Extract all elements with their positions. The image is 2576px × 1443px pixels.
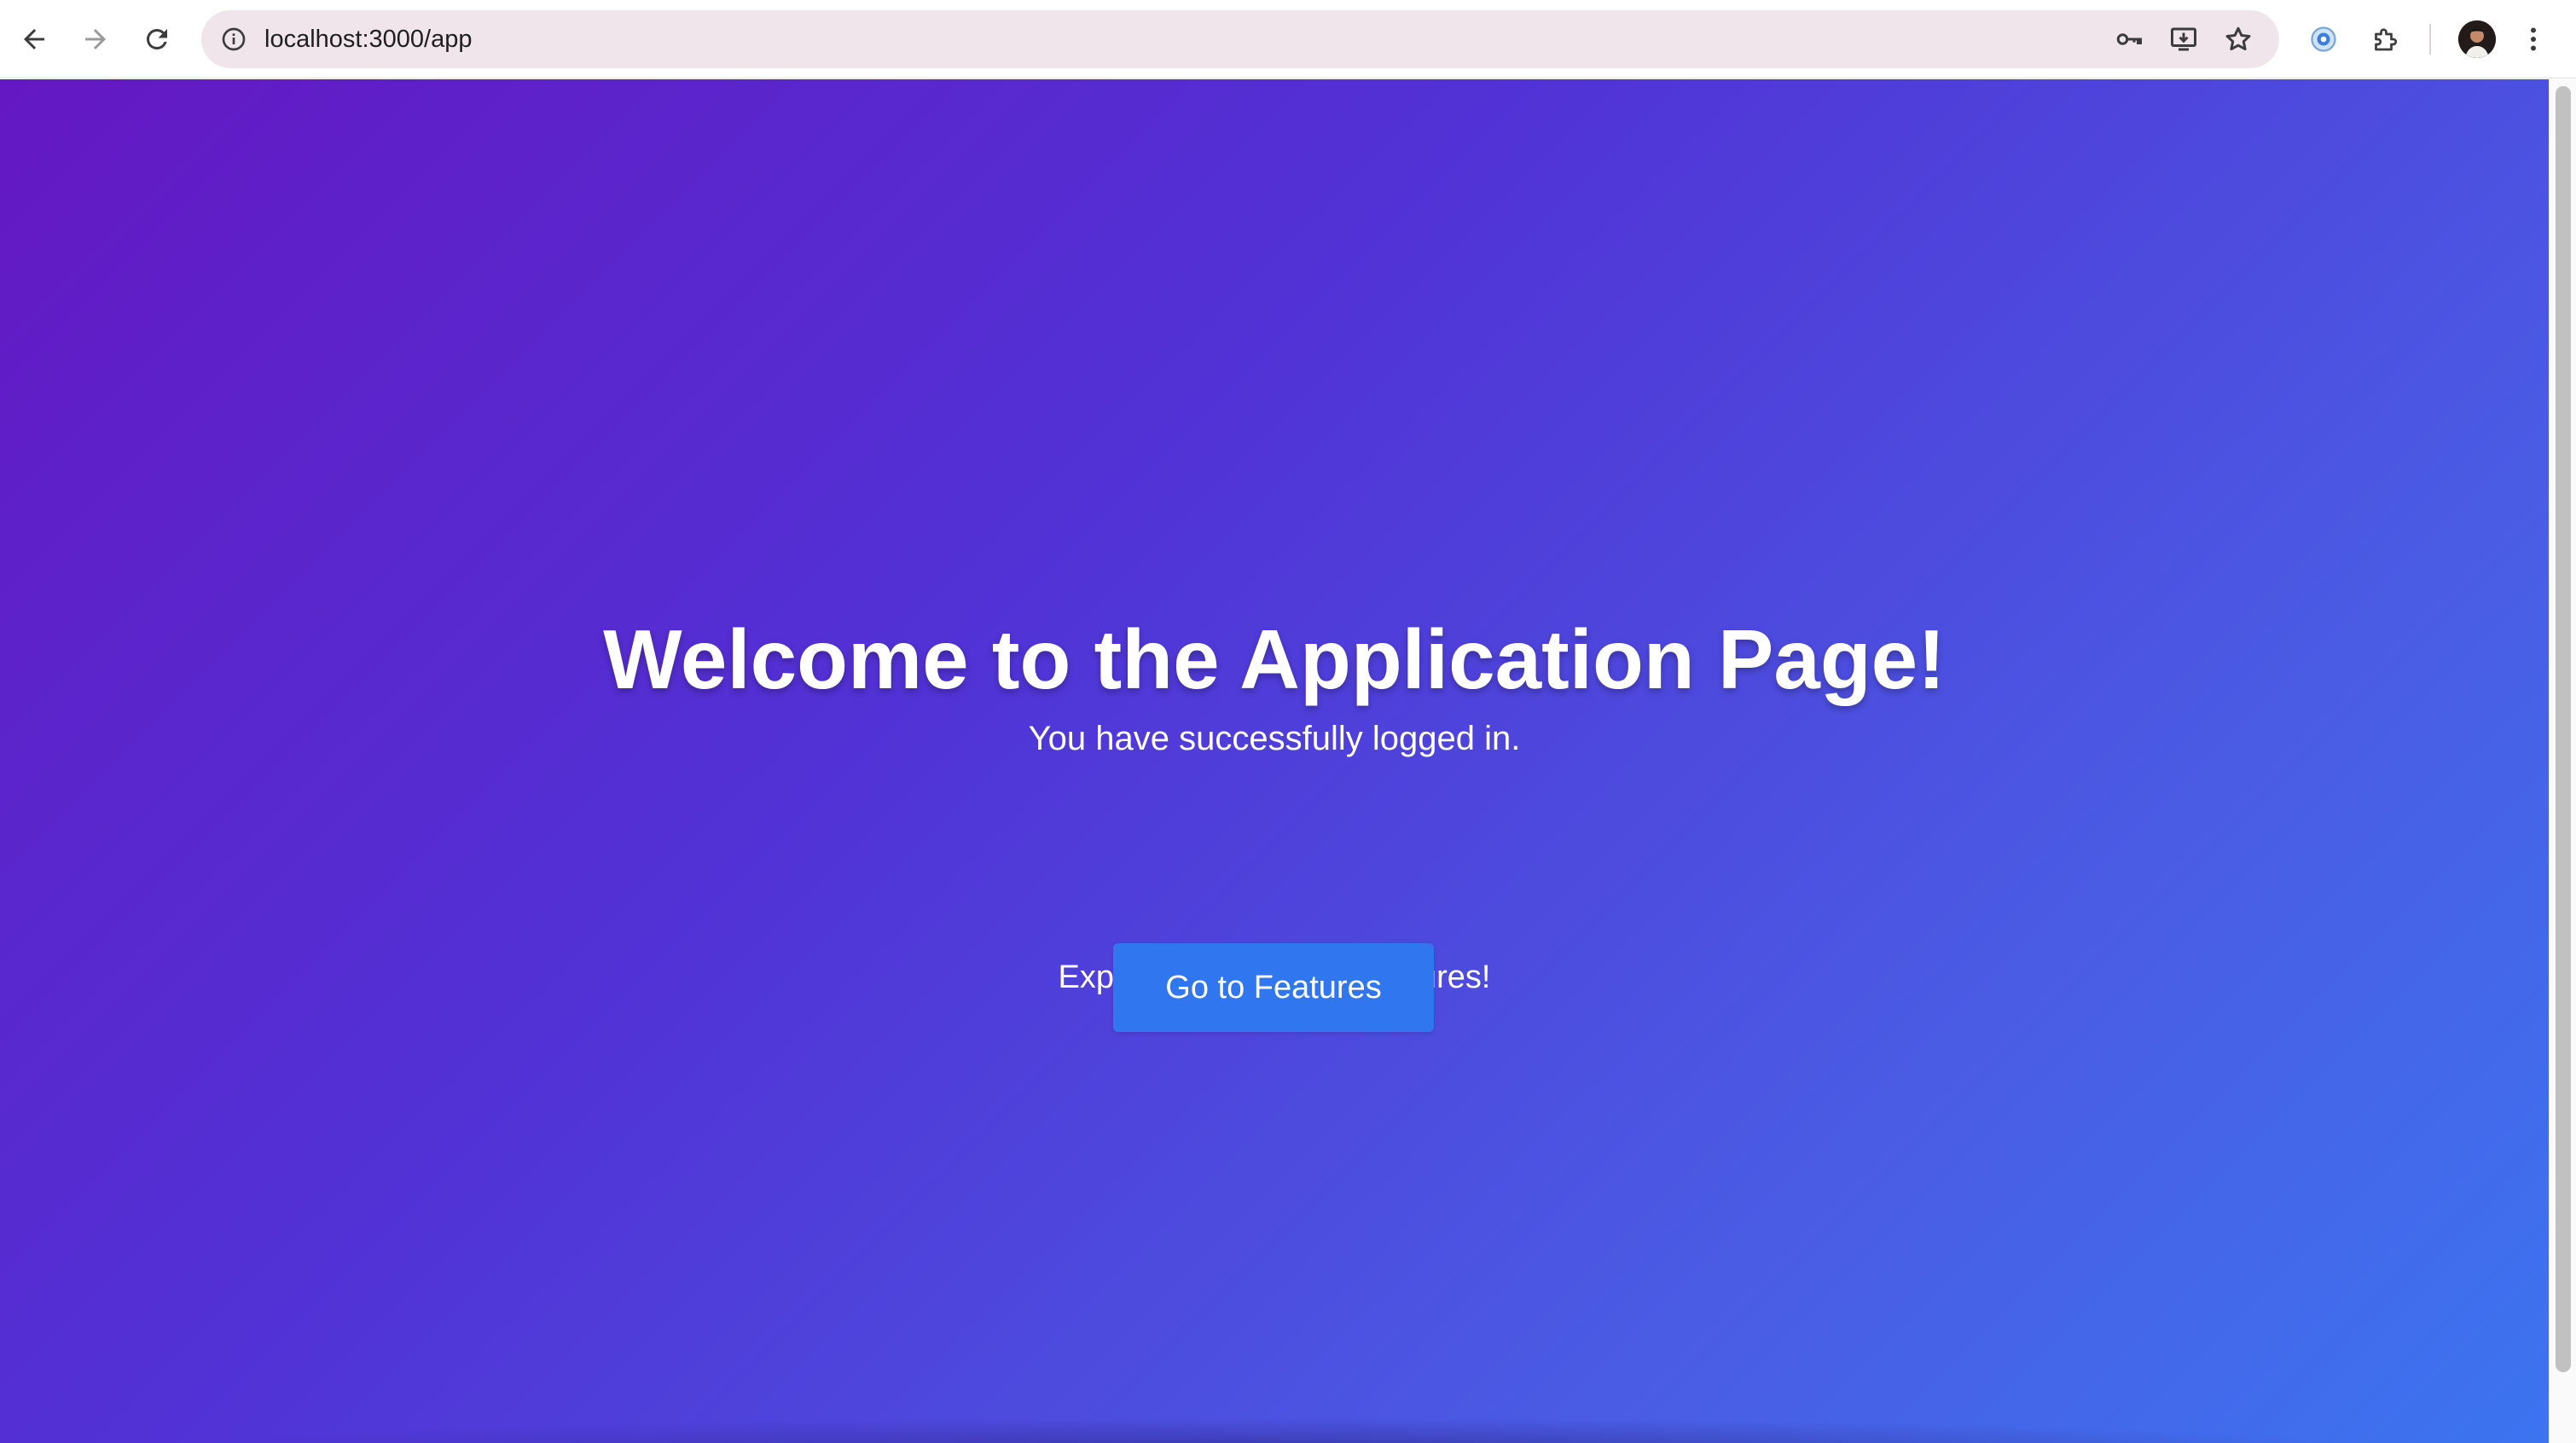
back-button[interactable]: [10, 15, 58, 63]
chrome-menu-button[interactable]: [2516, 15, 2550, 63]
extensions-menu-button[interactable]: [2361, 15, 2409, 63]
arrow-right-icon: [85, 29, 106, 49]
forward-button[interactable]: [72, 15, 119, 63]
password-manager-button[interactable]: [2110, 20, 2148, 58]
extension-badge-icon: [2311, 26, 2336, 52]
info-icon: [222, 27, 246, 51]
key-icon: [2116, 33, 2142, 45]
vertical-scrollbar[interactable]: [2549, 79, 2576, 1443]
site-info-button[interactable]: [217, 22, 251, 56]
avatar[interactable]: [2458, 20, 2496, 58]
reload-button[interactable]: [133, 15, 181, 63]
toolbar-divider: [2429, 24, 2431, 55]
page-title: Welcome to the Application Page!: [603, 612, 1946, 706]
star-icon: [2225, 26, 2251, 51]
go-to-features-button[interactable]: Go to Features: [1113, 943, 1434, 1032]
url-text[interactable]: localhost:3000/app: [264, 10, 472, 68]
arrow-left-icon: [24, 29, 44, 49]
kebab-menu-icon: [2531, 27, 2536, 51]
scrollbar-thumb[interactable]: [2556, 86, 2571, 1372]
browser-toolbar: localhost:3000/app: [0, 0, 2576, 78]
page-viewport: Welcome to the Application Page! You hav…: [0, 79, 2549, 1443]
hero-section: Welcome to the Application Page! You hav…: [0, 79, 2549, 1443]
reload-icon: [146, 28, 167, 49]
extension-button[interactable]: [2300, 15, 2347, 63]
address-bar[interactable]: localhost:3000/app: [201, 10, 2279, 68]
install-app-icon: [2171, 27, 2196, 51]
login-success-message: You have successfully logged in.: [1028, 720, 1521, 757]
install-app-button[interactable]: [2165, 20, 2202, 58]
profile-picture: [2458, 20, 2496, 58]
puzzle-icon: [2375, 28, 2398, 51]
bookmark-button[interactable]: [2219, 20, 2257, 58]
